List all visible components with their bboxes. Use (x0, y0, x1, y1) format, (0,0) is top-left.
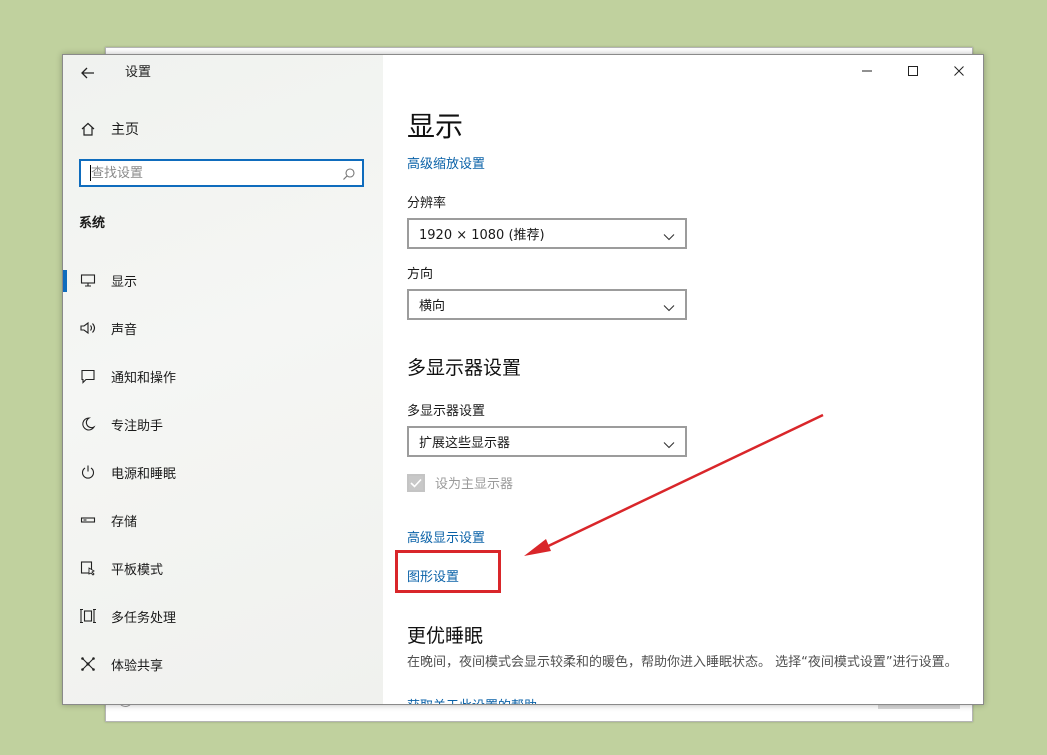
multi-display-label: 多显示器设置 (407, 404, 486, 419)
search-icon[interactable] (342, 166, 356, 180)
search-box[interactable] (79, 159, 364, 187)
sidebar-item-multitasking[interactable]: 多任务处理 (63, 596, 383, 636)
storage-icon (79, 511, 97, 529)
sleep-description: 在晚间，夜间模式会显示较柔和的暖色，帮助你进入睡眠状态。 选择“夜间模式设置”进… (407, 655, 958, 670)
page-title: 显示 (407, 110, 464, 143)
tablet-icon (79, 559, 97, 577)
text-caret (90, 165, 91, 181)
app-title: 设置 (125, 65, 152, 80)
settings-window: 设置 主页 系统 显示 声音 (62, 54, 984, 705)
sidebar-item-label: 电源和睡眠 (111, 466, 177, 482)
sidebar-item-label: 通知和操作 (111, 370, 177, 386)
orientation-label: 方向 (407, 267, 434, 282)
make-main-display-label: 设为主显示器 (435, 477, 514, 492)
sidebar-item-focus-assist[interactable]: 专注助手 (63, 404, 383, 444)
sidebar-item-storage[interactable]: 存储 (63, 500, 383, 540)
sidebar-item-label: 存储 (111, 514, 138, 530)
multi-display-heading: 多显示器设置 (407, 357, 522, 379)
sleep-heading: 更优睡眠 (407, 625, 484, 647)
orientation-value: 横向 (419, 299, 446, 314)
section-title-system: 系统 (79, 216, 106, 231)
moon-icon (79, 415, 97, 433)
monitor-icon (79, 271, 97, 289)
sidebar-item-label: 平板模式 (111, 562, 164, 578)
active-indicator (63, 270, 67, 292)
help-link[interactable]: 获取关于此设置的帮助 (407, 695, 537, 704)
back-arrow-icon[interactable] (79, 64, 97, 82)
chevron-down-icon (663, 228, 675, 241)
notification-icon (79, 367, 97, 385)
sidebar-item-shared-experiences[interactable]: 体验共享 (63, 644, 383, 684)
sidebar-item-label: 声音 (111, 322, 138, 338)
speaker-icon (79, 319, 97, 337)
sidebar-item-display[interactable]: 显示 (63, 260, 383, 300)
sidebar-item-notifications[interactable]: 通知和操作 (63, 356, 383, 396)
advanced-display-link[interactable]: 高级显示设置 (407, 527, 485, 546)
sidebar-item-label: 体验共享 (111, 658, 164, 674)
multi-display-dropdown[interactable]: 扩展这些显示器 (407, 426, 687, 457)
home-label: 主页 (111, 122, 139, 138)
resolution-label: 分辨率 (407, 196, 447, 211)
sidebar-item-label: 多任务处理 (111, 610, 177, 626)
share-icon (79, 655, 97, 673)
sidebar-item-label: 显示 (111, 274, 138, 290)
multi-display-value: 扩展这些显示器 (419, 436, 511, 451)
chevron-down-icon (663, 299, 675, 312)
sidebar: 设置 主页 系统 显示 声音 (63, 55, 383, 704)
orientation-dropdown[interactable]: 横向 (407, 289, 687, 320)
resolution-dropdown[interactable]: 1920 × 1080 (推荐) (407, 218, 687, 249)
search-input[interactable] (81, 161, 331, 185)
make-main-display-option[interactable]: 设为主显示器 (407, 473, 513, 492)
checkmark-icon (410, 478, 422, 488)
advanced-scaling-link[interactable]: 高级缩放设置 (407, 153, 485, 172)
main-content: 显示 高级缩放设置 分辨率 1920 × 1080 (推荐) 方向 横向 多显示… (407, 55, 983, 704)
annotation-highlight-box (395, 550, 501, 593)
multitask-icon (79, 607, 97, 625)
chevron-down-icon (663, 436, 675, 449)
home-link[interactable]: 主页 (79, 119, 139, 139)
sidebar-item-tablet-mode[interactable]: 平板模式 (63, 548, 383, 588)
sidebar-item-power-sleep[interactable]: 电源和睡眠 (63, 452, 383, 492)
power-icon (79, 463, 97, 481)
sidebar-item-sound[interactable]: 声音 (63, 308, 383, 348)
home-icon (79, 120, 97, 138)
make-main-display-checkbox[interactable] (407, 473, 425, 492)
sidebar-item-label: 专注助手 (111, 418, 164, 434)
resolution-value: 1920 × 1080 (推荐) (419, 228, 545, 243)
